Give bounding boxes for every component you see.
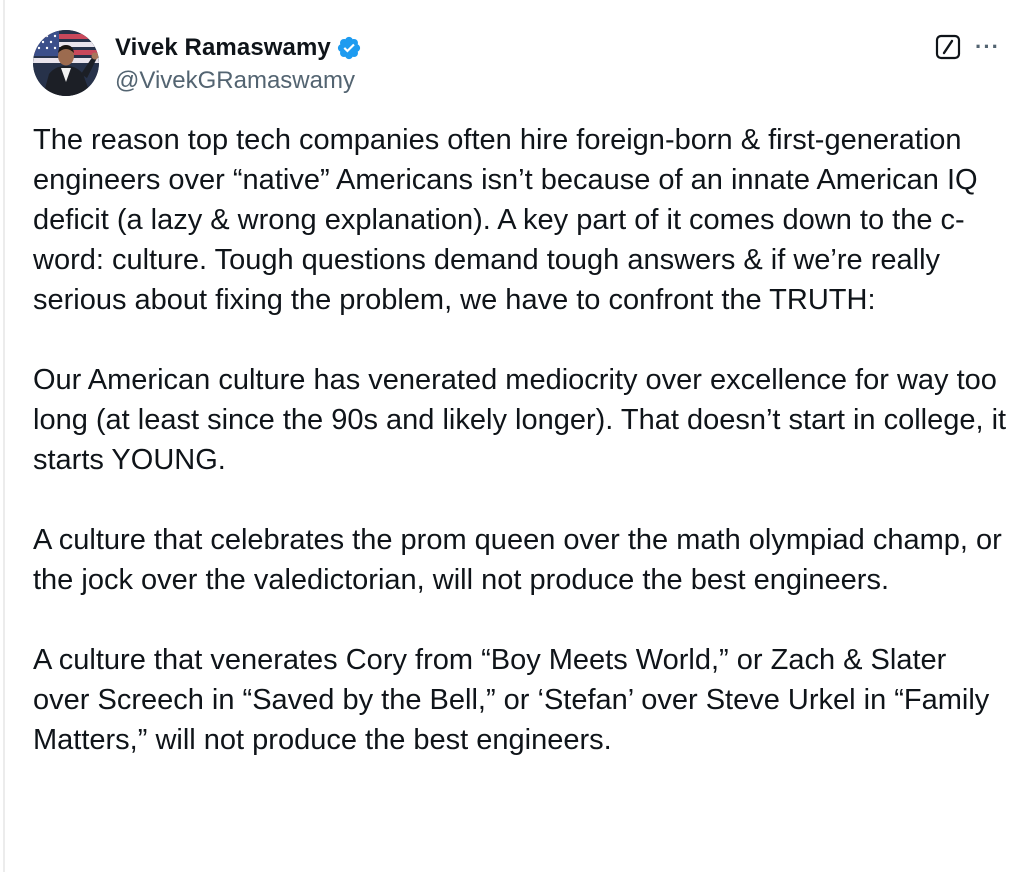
tweet-paragraph: Our American culture has venerated medio… xyxy=(33,364,1007,476)
tweet-paragraph: The reason top tech companies often hire… xyxy=(33,124,978,316)
more-icon[interactable]: ··· xyxy=(975,34,1000,60)
display-name[interactable]: Vivek Ramaswamy xyxy=(115,34,331,62)
tweet-paragraph: A culture that celebrates the prom queen… xyxy=(33,524,1002,596)
avatar[interactable] xyxy=(33,30,99,96)
name-row: Vivek Ramaswamy xyxy=(115,32,362,64)
tweet-text: The reason top tech companies often hire… xyxy=(33,120,1008,760)
top-actions: ··· xyxy=(935,34,1000,60)
verified-badge-icon xyxy=(336,35,362,61)
author-block: Vivek Ramaswamy @VivekGRamaswamy xyxy=(115,32,362,95)
handle[interactable]: @VivekGRamaswamy xyxy=(115,67,362,95)
tweet-paragraph: A culture that venerates Cory from “Boy … xyxy=(33,644,990,756)
grok-icon[interactable] xyxy=(935,34,961,60)
tweet-card: Vivek Ramaswamy @VivekGRamaswamy ··· The… xyxy=(0,0,1036,872)
card-border xyxy=(3,0,5,872)
